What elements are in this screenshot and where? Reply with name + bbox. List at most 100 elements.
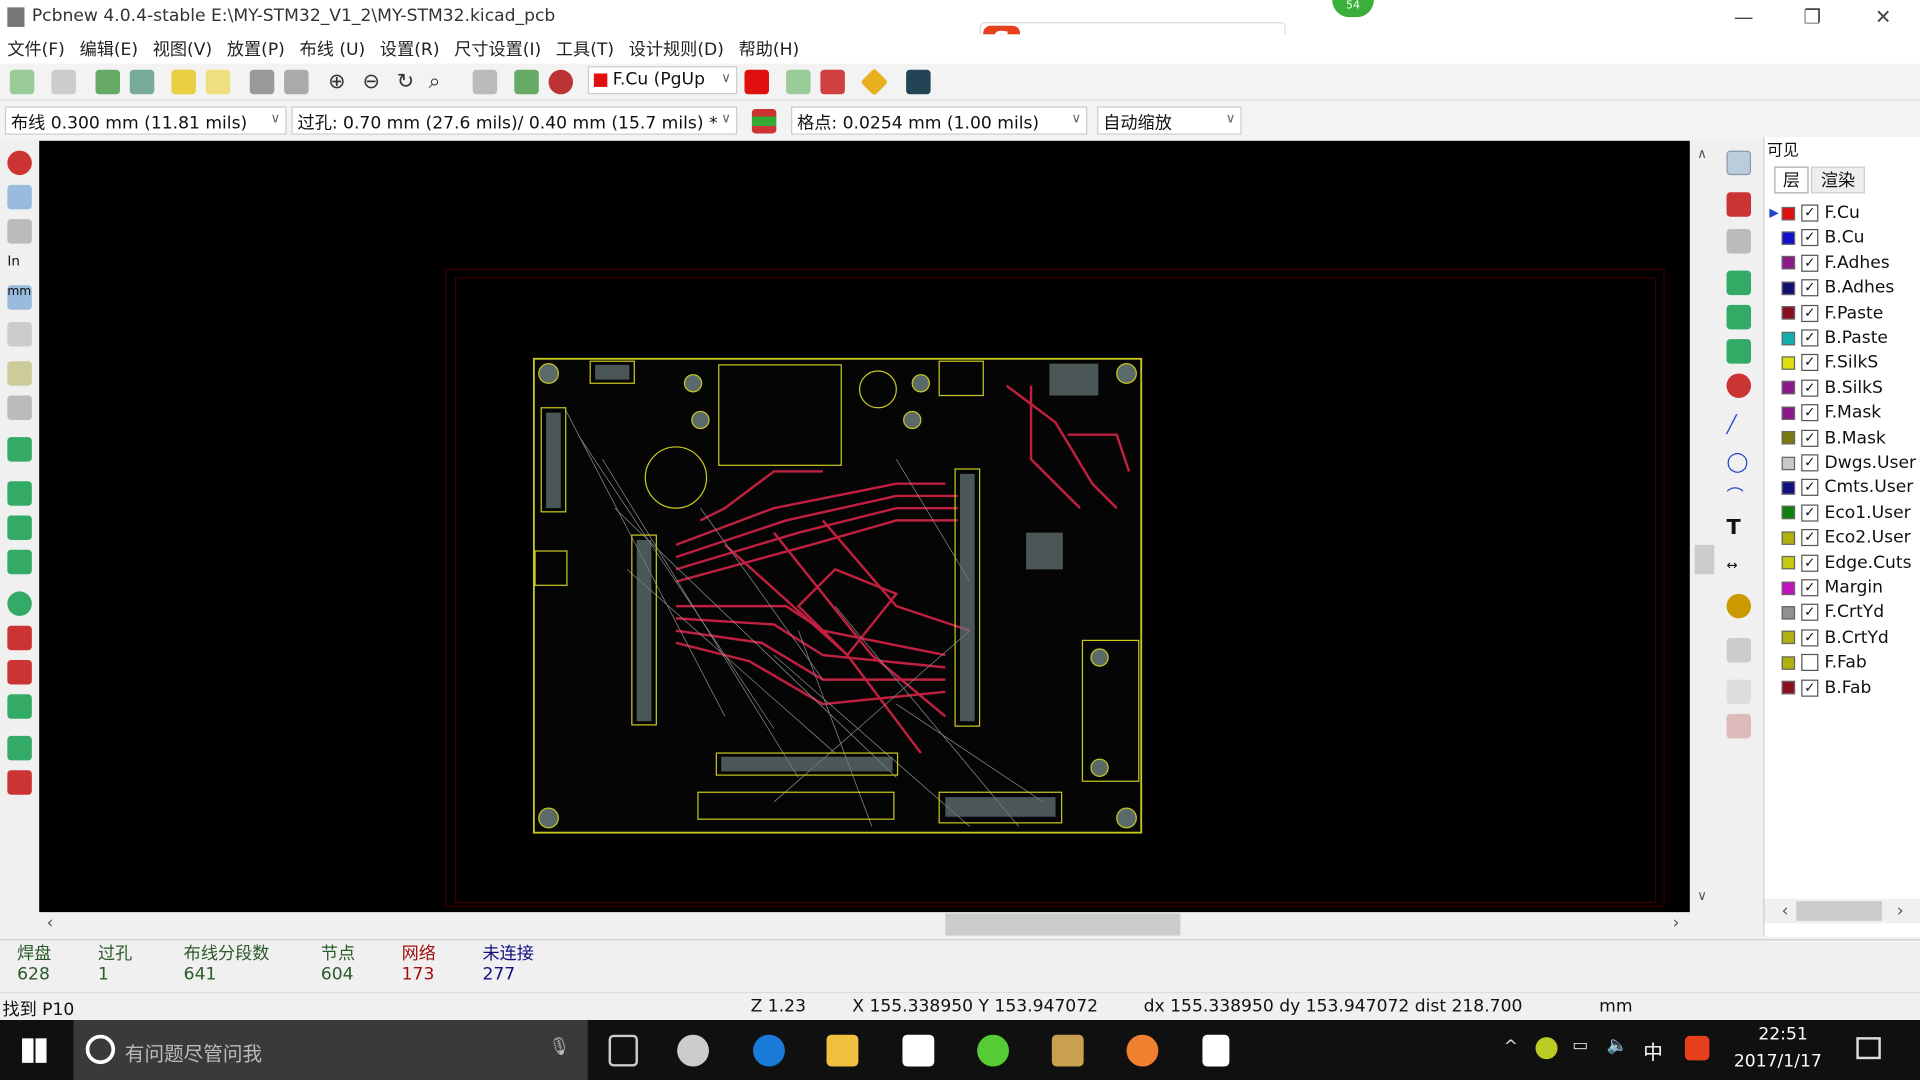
select-tool-icon[interactable]	[1726, 150, 1752, 176]
layer-visibility-checkbox[interactable]: ✓	[1801, 604, 1819, 622]
minimize-button[interactable]: —	[1719, 5, 1768, 28]
save-icon[interactable]	[9, 69, 35, 95]
scroll-up-arrow[interactable]: ∧	[1697, 146, 1707, 162]
layer-visibility-checkbox[interactable]	[1801, 654, 1819, 672]
layer-visibility-checkbox[interactable]: ✓	[1801, 379, 1819, 397]
layer-row[interactable]: ✓ B.CrtYd	[1781, 625, 1889, 649]
windows-start-icon[interactable]	[22, 1038, 47, 1063]
zone-sketch-icon[interactable]	[7, 549, 32, 575]
route-tracks-icon[interactable]	[1726, 304, 1752, 330]
layer-visibility-checkbox[interactable]: ✓	[1801, 529, 1819, 547]
scroll-left-arrow[interactable]: ‹	[47, 913, 54, 933]
zoom-out-icon[interactable]: ⊖	[362, 70, 386, 94]
layer-color-swatch[interactable]	[1781, 481, 1796, 495]
redo-icon[interactable]	[205, 69, 231, 95]
chat-app-icon[interactable]	[1126, 1034, 1159, 1067]
horizontal-scroll-thumb[interactable]	[945, 913, 1181, 936]
layer-color-swatch[interactable]	[1781, 306, 1796, 320]
pad-sketch-icon[interactable]	[7, 591, 32, 616]
layer-row[interactable]: F.Fab	[1781, 650, 1867, 674]
add-dimension-icon[interactable]: ↔	[1727, 557, 1751, 581]
grid-origin-icon[interactable]	[1726, 713, 1752, 739]
panel-hscrollbar[interactable]: ‹ ›	[1764, 898, 1920, 924]
vertical-scrollbar[interactable]: ∧ ∨	[1692, 140, 1717, 913]
kicad-icon[interactable]	[1051, 1034, 1084, 1067]
layer-color-swatch[interactable]	[1781, 581, 1796, 595]
menu-help[interactable]: 帮助(H)	[739, 37, 800, 61]
browser-360-icon[interactable]	[977, 1034, 1009, 1067]
layer-visibility-checkbox[interactable]: ✓	[1801, 554, 1819, 572]
scripting-console-icon[interactable]	[906, 69, 931, 95]
add-circle-icon[interactable]: ◯	[1727, 449, 1751, 473]
tray-expand-icon[interactable]: ^	[1504, 1037, 1518, 1057]
layer-color-swatch[interactable]	[1781, 281, 1796, 295]
menu-tools[interactable]: 工具(T)	[556, 37, 614, 61]
layer-row[interactable]: ✓ Edge.Cuts	[1781, 551, 1912, 575]
scroll-right-arrow[interactable]: ›	[1673, 913, 1680, 933]
maximize-button[interactable]: ❐	[1788, 5, 1837, 28]
layer-row[interactable]: ✓ Eco1.User	[1781, 501, 1911, 525]
auto-track-width-icon[interactable]	[751, 108, 777, 134]
layer-color-swatch[interactable]	[1781, 206, 1796, 220]
layer-visibility-checkbox[interactable]: ✓	[1801, 404, 1819, 422]
menu-design-rules[interactable]: 设计规则(D)	[629, 37, 724, 61]
menu-place[interactable]: 放置(P)	[227, 37, 285, 61]
layer-row[interactable]: ✓ B.Mask	[1781, 426, 1886, 450]
zoom-select[interactable]: 自动缩放 ∨	[1097, 106, 1242, 135]
via-size-select[interactable]: 过孔: 0.70 mm (27.6 mils)/ 0.40 mm (15.7 m…	[291, 106, 738, 135]
ratsnest-icon[interactable]	[7, 361, 32, 386]
layer-row[interactable]: ✓ F.Adhes	[1781, 251, 1890, 275]
via-sketch-icon[interactable]	[7, 625, 32, 651]
track-sketch-icon[interactable]	[7, 660, 32, 685]
layer-row[interactable]: ▶ ✓ F.Cu	[1769, 201, 1859, 225]
mm-units-icon[interactable]: mm	[7, 285, 32, 310]
grid-toggle-icon[interactable]	[7, 184, 32, 210]
layer-visibility-checkbox[interactable]: ✓	[1801, 354, 1819, 372]
highlight-net-icon[interactable]	[1726, 192, 1752, 217]
network-icon[interactable]: ▭	[1572, 1036, 1588, 1056]
layer-color-swatch[interactable]	[1781, 531, 1796, 545]
tab-render[interactable]: 渲染	[1811, 166, 1865, 194]
panel-scroll-left[interactable]: ‹	[1782, 901, 1789, 921]
autoroute-icon[interactable]	[820, 69, 845, 95]
layer-row[interactable]: ✓ Dwgs.User	[1781, 451, 1916, 475]
layer-color-swatch[interactable]	[1781, 381, 1796, 395]
set-origin-icon[interactable]	[1726, 679, 1752, 705]
layer-color-swatch[interactable]	[1781, 605, 1796, 620]
layers-manager-icon[interactable]	[7, 735, 32, 761]
horizontal-scrollbar[interactable]: ‹ ›	[39, 912, 1693, 937]
task-view-icon[interactable]	[608, 1034, 638, 1067]
add-footprint-icon[interactable]	[1726, 270, 1752, 296]
layer-visibility-checkbox[interactable]: ✓	[1801, 579, 1819, 597]
find-icon[interactable]	[472, 69, 498, 95]
add-text-icon[interactable]: T	[1727, 516, 1751, 540]
polar-coords-icon[interactable]	[7, 219, 32, 244]
layer-row[interactable]: ✓ F.CrtYd	[1781, 600, 1884, 624]
microwave-toolbar-icon[interactable]	[7, 770, 32, 795]
delete-icon[interactable]	[1726, 637, 1752, 663]
layer-visibility-checkbox[interactable]: ✓	[1801, 504, 1819, 522]
layer-visibility-checkbox[interactable]: ✓	[1801, 204, 1819, 222]
layer-color-swatch[interactable]	[1781, 506, 1796, 520]
edge-browser-icon[interactable]	[753, 1034, 785, 1067]
menu-dimensions[interactable]: 尺寸设置(I)	[454, 37, 541, 61]
microphone-icon[interactable]: 🎙	[549, 1037, 571, 1057]
layer-row[interactable]: ✓ F.Paste	[1781, 301, 1883, 325]
sogou-tray-icon[interactable]	[1684, 1035, 1710, 1061]
cortana-search-box[interactable]: 有问题尽管问我 🎙	[73, 1020, 588, 1080]
layer-row[interactable]: ✓ Margin	[1781, 576, 1883, 600]
clock-date[interactable]: 2017/1/17	[1734, 1052, 1822, 1072]
zoom-fit-icon[interactable]: ⌕	[429, 70, 453, 94]
layer-row[interactable]: ✓ B.Paste	[1781, 326, 1888, 350]
layer-color-swatch[interactable]	[1781, 256, 1796, 270]
scroll-down-arrow[interactable]: ∨	[1697, 888, 1707, 904]
autoplace-icon[interactable]	[786, 69, 811, 95]
add-zone-icon[interactable]	[1726, 339, 1752, 364]
pcb-canvas[interactable]	[39, 140, 1690, 913]
cursor-shape-icon[interactable]	[7, 322, 32, 347]
layer-row[interactable]: ✓ F.SilkS	[1781, 351, 1878, 375]
drc-off-icon[interactable]	[7, 150, 32, 176]
panel-scroll-right[interactable]: ›	[1897, 901, 1904, 921]
menu-file[interactable]: 文件(F)	[7, 37, 65, 61]
layer-visibility-checkbox[interactable]: ✓	[1801, 679, 1819, 697]
